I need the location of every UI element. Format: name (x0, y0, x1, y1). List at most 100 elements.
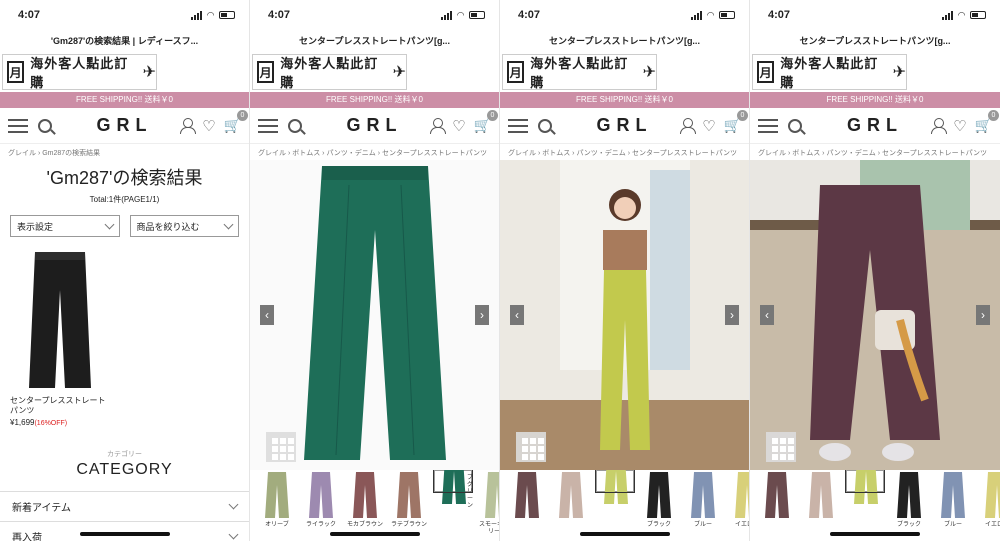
grid-view-icon[interactable] (266, 432, 296, 462)
banner-logo: 月 (507, 61, 525, 83)
cart-icon[interactable]: 🛒 0 (224, 110, 248, 134)
overseas-banner[interactable]: 月海外客人點此訂購 ✈ (250, 52, 499, 92)
color-thumbnail[interactable]: ディープグリーン (433, 470, 473, 509)
search-icon[interactable] (38, 118, 52, 133)
brand-logo[interactable]: GRL (97, 115, 153, 136)
thumbnail-image[interactable] (302, 470, 340, 520)
color-thumbnail[interactable]: モカブラウン (346, 470, 384, 541)
product-gallery[interactable]: ‹ › (750, 160, 1000, 470)
search-icon[interactable] (288, 118, 302, 133)
favorite-icon[interactable]: ♡ (953, 117, 966, 135)
thumbnail-label: スモーキーグリーン (478, 522, 500, 535)
breadcrumb[interactable]: グレイル › ボトムス › パンツ・デニム › センタープレスストレートパンツ (750, 144, 1000, 160)
menu-icon[interactable] (258, 118, 278, 133)
color-thumbnail[interactable] (802, 470, 840, 541)
battery-icon (719, 11, 735, 19)
favorite-icon[interactable]: ♡ (702, 117, 715, 135)
color-thumbnail[interactable] (845, 470, 885, 504)
color-thumbnail[interactable]: ブラック (890, 470, 928, 541)
search-icon[interactable] (788, 118, 802, 133)
home-indicator[interactable] (79, 532, 170, 536)
product-image[interactable] (10, 247, 110, 392)
thumbnail-image[interactable] (640, 470, 678, 520)
category-heading: CATEGORY (76, 461, 173, 478)
grid-view-icon[interactable] (516, 432, 546, 462)
product-gallery[interactable]: ‹ › (250, 160, 499, 470)
breadcrumb[interactable]: グレイル › Gm287の検索結果 (0, 144, 249, 160)
list-item-restock[interactable]: 再入荷 (0, 521, 249, 541)
thumbnail-image[interactable] (258, 470, 296, 520)
model-photo[interactable] (750, 160, 1000, 470)
prev-image-button[interactable]: ‹ (760, 305, 774, 325)
thumbnail-image[interactable] (684, 470, 722, 520)
prev-image-button[interactable]: ‹ (260, 305, 274, 325)
account-icon[interactable] (430, 117, 447, 134)
thumbnail-image[interactable] (802, 470, 840, 520)
next-image-button[interactable]: › (976, 305, 990, 325)
overseas-banner[interactable]: 月海外客人點此訂購 ✈ (500, 52, 749, 92)
brand-logo[interactable]: GRL (847, 115, 903, 136)
color-thumbnail[interactable]: ブルー (684, 470, 722, 541)
thumbnail-image[interactable] (728, 470, 749, 520)
next-image-button[interactable]: › (475, 305, 489, 325)
thumbnail-image[interactable] (603, 470, 629, 506)
thumbnail-image[interactable] (441, 470, 467, 506)
brand-logo[interactable]: GRL (347, 115, 403, 136)
cart-icon[interactable]: 🛒 0 (975, 110, 999, 134)
color-thumbnail[interactable] (595, 470, 635, 504)
favorite-icon[interactable]: ♡ (202, 117, 215, 135)
account-icon[interactable] (931, 117, 948, 134)
favorite-icon[interactable]: ♡ (452, 117, 465, 135)
breadcrumb[interactable]: グレイル › ボトムス › パンツ・デニム › センタープレスストレートパンツ (500, 144, 749, 160)
color-thumbnail[interactable]: ブラック (640, 470, 678, 541)
thumbnail-image[interactable] (478, 470, 499, 520)
thumbnail-image[interactable] (853, 470, 879, 506)
home-indicator[interactable] (830, 532, 920, 536)
home-indicator[interactable] (579, 532, 670, 536)
cart-icon[interactable]: 🛒 0 (474, 110, 498, 134)
overseas-banner[interactable]: 月海外客人點此訂購 ✈ (750, 52, 1000, 92)
color-thumbnail[interactable]: ラテブラウン (390, 470, 428, 541)
color-thumbnail[interactable] (552, 470, 590, 541)
brand-logo[interactable]: GRL (597, 115, 653, 136)
color-thumbnail[interactable] (508, 470, 546, 541)
menu-icon[interactable] (508, 118, 528, 133)
list-item-new-arrivals[interactable]: 新着アイテム (0, 491, 249, 521)
product-card[interactable]: センタープレスストレートパンツ ¥1,699(16%OFF) (0, 247, 249, 427)
thumbnail-image[interactable] (390, 470, 428, 520)
model-photo[interactable] (500, 160, 749, 470)
color-thumbnail[interactable]: ライラック (302, 470, 340, 541)
menu-icon[interactable] (8, 118, 28, 133)
filter-select[interactable]: 商品を絞り込む (129, 215, 239, 237)
thumbnail-image[interactable] (346, 470, 384, 520)
color-thumbnail[interactable] (758, 470, 796, 541)
banner-text: 海外客人點此訂購 (30, 56, 129, 90)
product-image[interactable] (250, 160, 499, 470)
thumbnail-image[interactable] (552, 470, 590, 520)
thumbnail-image[interactable] (508, 470, 546, 520)
search-icon[interactable] (538, 118, 552, 133)
next-image-button[interactable]: › (725, 305, 739, 325)
airplane-icon: ✈ (392, 64, 406, 81)
home-indicator[interactable] (329, 532, 420, 536)
color-thumbnail[interactable]: オリーブ (258, 470, 296, 541)
overseas-banner[interactable]: 月海外客人點此訂購 ✈ (0, 52, 249, 92)
menu-icon[interactable] (758, 118, 778, 133)
product-gallery[interactable]: ‹ › (500, 160, 749, 470)
color-thumbnail[interactable]: スモーキーグリーン (478, 470, 500, 541)
account-icon[interactable] (680, 117, 697, 134)
sort-select[interactable]: 表示設定 (10, 215, 120, 237)
account-icon[interactable] (180, 117, 197, 134)
breadcrumb[interactable]: グレイル › ボトムス › パンツ・デニム › センタープレスストレートパンツ (250, 144, 499, 160)
cart-icon[interactable]: 🛒 0 (724, 110, 748, 134)
thumbnail-image[interactable] (978, 470, 1000, 520)
color-thumbnail[interactable]: イエロー (728, 470, 749, 541)
prev-image-button[interactable]: ‹ (510, 305, 524, 325)
color-thumbnail[interactable]: ブルー (934, 470, 972, 541)
thumbnail-image[interactable] (934, 470, 972, 520)
product-name[interactable]: センタープレスストレートパンツ (10, 396, 110, 416)
color-thumbnail[interactable]: イエロー (978, 470, 1000, 541)
grid-view-icon[interactable] (766, 432, 796, 462)
thumbnail-image[interactable] (890, 470, 928, 520)
thumbnail-image[interactable] (758, 470, 796, 520)
